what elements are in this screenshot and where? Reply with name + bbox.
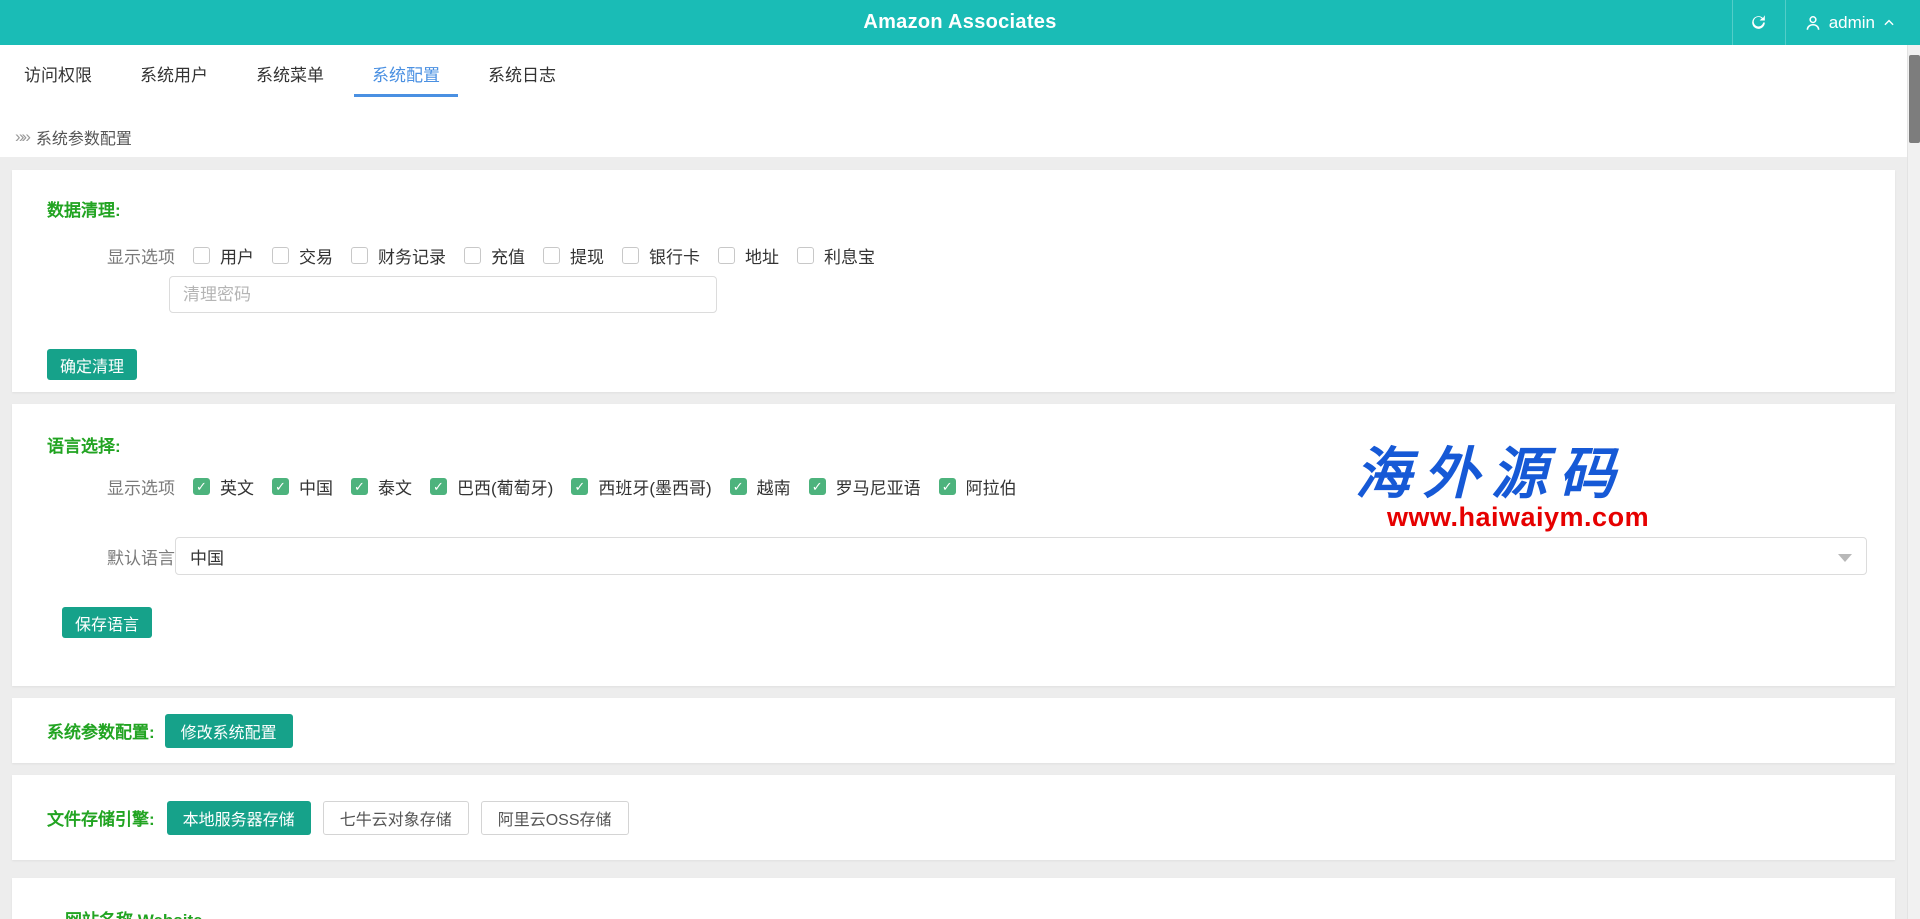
lang-option-thai: 泰文 — [351, 474, 412, 499]
header-controls: admin — [1732, 0, 1910, 45]
user-menu[interactable]: admin — [1786, 0, 1910, 45]
modify-system-config-button[interactable]: 修改系统配置 — [165, 714, 293, 748]
storage-aliyun-oss-button[interactable]: 阿里云OSS存储 — [481, 801, 629, 835]
checkbox-vietnam[interactable] — [730, 478, 747, 495]
lang-option-spanish: 西班牙(墨西哥) — [571, 474, 711, 499]
checkbox-address[interactable] — [718, 247, 735, 264]
checkbox-arabic[interactable] — [939, 478, 956, 495]
checkbox-china[interactable] — [272, 478, 289, 495]
tab-system-menu[interactable]: 系统菜单 — [238, 45, 342, 101]
checkbox-thai[interactable] — [351, 478, 368, 495]
scrollbar-thumb[interactable] — [1909, 55, 1920, 143]
cleanup-option-user: 用户 — [193, 243, 254, 268]
breadcrumb: 系统参数配置 — [0, 101, 1907, 149]
website-name-label: 网站名称 Website — [65, 906, 1895, 919]
watermark-url: www.haiwaiym.com — [1355, 502, 1695, 533]
language-card: 语言选择: 显示选项 英文 中国 泰文 巴西(葡萄牙) 西班牙(墨西哥) 越南 — [12, 404, 1895, 686]
system-config-card: 系统参数配置: 修改系统配置 — [12, 698, 1895, 763]
storage-engine-label: 文件存储引擎: — [47, 805, 155, 830]
checkbox-spanish[interactable] — [571, 478, 588, 495]
cleanup-options-label: 显示选项 — [107, 243, 175, 268]
cleanup-option-interest: 利息宝 — [797, 243, 875, 268]
storage-local-button[interactable]: 本地服务器存储 — [167, 801, 311, 835]
lang-option-arabic: 阿拉伯 — [939, 474, 1017, 499]
checkbox-english[interactable] — [193, 478, 210, 495]
app-header: Amazon Associates admin — [0, 0, 1920, 45]
default-language-row: 默认语言 中国 — [107, 537, 1895, 575]
cleanup-option-address: 地址 — [718, 243, 779, 268]
cleanup-option-recharge: 充值 — [464, 243, 525, 268]
cleanup-option-financial-records: 财务记录 — [351, 243, 446, 268]
tab-bar: 访问权限 系统用户 系统菜单 系统配置 系统日志 — [0, 45, 1907, 101]
cleanup-password-input[interactable] — [169, 276, 717, 313]
chevron-up-icon — [1882, 16, 1896, 30]
cleanup-section-label: 数据清理: — [47, 196, 1895, 221]
tabs-breadcrumb-panel: 访问权限 系统用户 系统菜单 系统配置 系统日志 系统参数配置 — [0, 45, 1907, 157]
lang-option-brazil: 巴西(葡萄牙) — [430, 474, 553, 499]
caret-down-icon — [1838, 554, 1852, 562]
checkbox-withdraw[interactable] — [543, 247, 560, 264]
vertical-scrollbar — [1907, 45, 1920, 919]
double-chevron-icon — [15, 127, 28, 147]
lang-option-china: 中国 — [272, 474, 333, 499]
default-language-select[interactable]: 中国 — [175, 537, 1867, 575]
checkbox-user[interactable] — [193, 247, 210, 264]
refresh-button[interactable] — [1732, 0, 1786, 45]
tab-access-permissions[interactable]: 访问权限 — [6, 45, 110, 101]
tab-system-logs[interactable]: 系统日志 — [470, 45, 574, 101]
cleanup-password-row — [169, 276, 1895, 313]
breadcrumb-text: 系统参数配置 — [36, 125, 132, 149]
checkbox-romanian[interactable] — [809, 478, 826, 495]
tab-system-config[interactable]: 系统配置 — [354, 45, 458, 101]
refresh-icon — [1749, 13, 1768, 32]
selected-language: 中国 — [190, 544, 224, 569]
default-language-label: 默认语言 — [107, 544, 175, 569]
language-section-label: 语言选择: — [47, 432, 1895, 457]
lang-option-english: 英文 — [193, 474, 254, 499]
lang-option-vietnam: 越南 — [730, 474, 791, 499]
checkbox-brazil[interactable] — [430, 478, 447, 495]
website-settings-card: 网站名称 Website — [12, 878, 1895, 919]
cleanup-option-transaction: 交易 — [272, 243, 333, 268]
data-cleanup-card: 数据清理: 显示选项 用户 交易 财务记录 充值 提现 银行卡 地址 — [12, 170, 1895, 392]
system-config-label: 系统参数配置: — [47, 718, 155, 743]
tab-system-users[interactable]: 系统用户 — [122, 45, 226, 101]
storage-qiniu-button[interactable]: 七牛云对象存储 — [323, 801, 469, 835]
checkbox-financial-records[interactable] — [351, 247, 368, 264]
checkbox-transaction[interactable] — [272, 247, 289, 264]
checkbox-bank-card[interactable] — [622, 247, 639, 264]
lang-option-romanian: 罗马尼亚语 — [809, 474, 921, 499]
user-icon — [1804, 14, 1822, 32]
cleanup-option-withdraw: 提现 — [543, 243, 604, 268]
save-language-button[interactable]: 保存语言 — [62, 607, 152, 638]
language-options-row: 显示选项 英文 中国 泰文 巴西(葡萄牙) 西班牙(墨西哥) 越南 罗马尼亚语 — [107, 474, 1895, 499]
cleanup-options-row: 显示选项 用户 交易 财务记录 充值 提现 银行卡 地址 — [107, 243, 1895, 268]
storage-engine-card: 文件存储引擎: 本地服务器存储 七牛云对象存储 阿里云OSS存储 — [12, 775, 1895, 860]
username: admin — [1829, 13, 1875, 33]
language-options-label: 显示选项 — [107, 474, 175, 499]
checkbox-recharge[interactable] — [464, 247, 481, 264]
checkbox-interest[interactable] — [797, 247, 814, 264]
app-title: Amazon Associates — [0, 11, 1920, 34]
confirm-cleanup-button[interactable]: 确定清理 — [47, 349, 137, 380]
cleanup-option-bank-card: 银行卡 — [622, 243, 700, 268]
